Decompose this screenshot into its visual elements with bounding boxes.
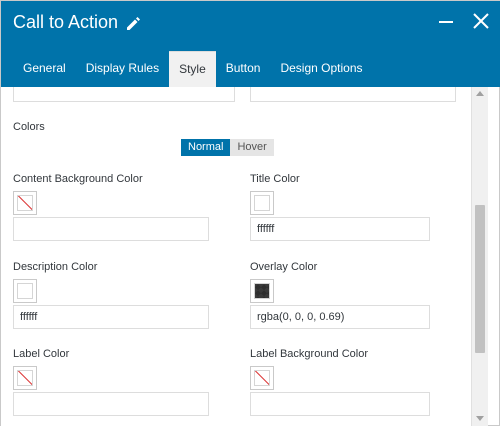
hover-state-button[interactable]: Hover [230, 139, 274, 156]
label-bg-color-swatch[interactable] [250, 366, 274, 390]
tab-button[interactable]: Button [216, 51, 271, 87]
normal-state-button[interactable]: Normal [181, 139, 231, 156]
label-bg-color-label: Label Background Color [250, 348, 369, 360]
color-preview [254, 195, 270, 211]
dialog-title: Call to Action [13, 12, 119, 32]
content-bg-color-input[interactable] [13, 217, 209, 241]
no-color-icon [254, 370, 270, 386]
colors-heading: Colors [13, 121, 45, 133]
label-bg-color-input[interactable] [250, 392, 430, 416]
pencil-icon[interactable] [124, 14, 142, 32]
scrolled-field-right[interactable] [250, 87, 456, 102]
content-bg-color-swatch[interactable] [13, 191, 37, 215]
tab-bar: General Display Rules Style Button Desig… [13, 51, 373, 87]
overlay-color-input[interactable]: rgba(0, 0, 0, 0.69) [250, 305, 430, 329]
close-icon[interactable] [471, 11, 491, 31]
color-preview [254, 283, 270, 299]
dialog-header: Call to Action General Display Rules Sty… [1, 1, 500, 87]
minimize-icon[interactable] [437, 11, 457, 31]
overlay-color-label: Overlay Color [250, 261, 318, 273]
style-panel: Colors Normal Hover Content Background C… [1, 87, 471, 426]
tab-style[interactable]: Style [169, 51, 216, 87]
scroll-up-icon[interactable] [476, 91, 484, 96]
label-color-label: Label Color [13, 348, 70, 360]
description-color-input[interactable]: ffffff [13, 305, 209, 329]
title-color-input[interactable]: ffffff [250, 217, 430, 241]
color-preview [17, 283, 33, 299]
tab-general[interactable]: General [13, 51, 76, 87]
scroll-down-icon[interactable] [476, 416, 484, 421]
description-color-swatch[interactable] [13, 279, 37, 303]
no-color-icon [17, 370, 33, 386]
header-actions [437, 11, 491, 31]
label-color-input[interactable] [13, 392, 209, 416]
vertical-scrollbar[interactable] [471, 87, 488, 426]
title-color-swatch[interactable] [250, 191, 274, 215]
overlay-color-swatch[interactable] [250, 279, 274, 303]
title-color-label: Title Color [250, 173, 300, 185]
no-color-icon [17, 195, 33, 211]
state-toggle: Normal Hover [181, 139, 274, 156]
description-color-label: Description Color [13, 261, 98, 273]
scroll-thumb[interactable] [475, 205, 485, 353]
scrolled-field-left[interactable] [13, 87, 235, 102]
label-color-swatch[interactable] [13, 366, 37, 390]
tab-display-rules[interactable]: Display Rules [76, 51, 169, 87]
dialog-title-group: Call to Action [13, 12, 142, 33]
content-bg-color-label: Content Background Color [13, 173, 143, 185]
tab-design-options[interactable]: Design Options [270, 51, 372, 87]
dialog-window: Call to Action General Display Rules Sty… [0, 0, 500, 426]
